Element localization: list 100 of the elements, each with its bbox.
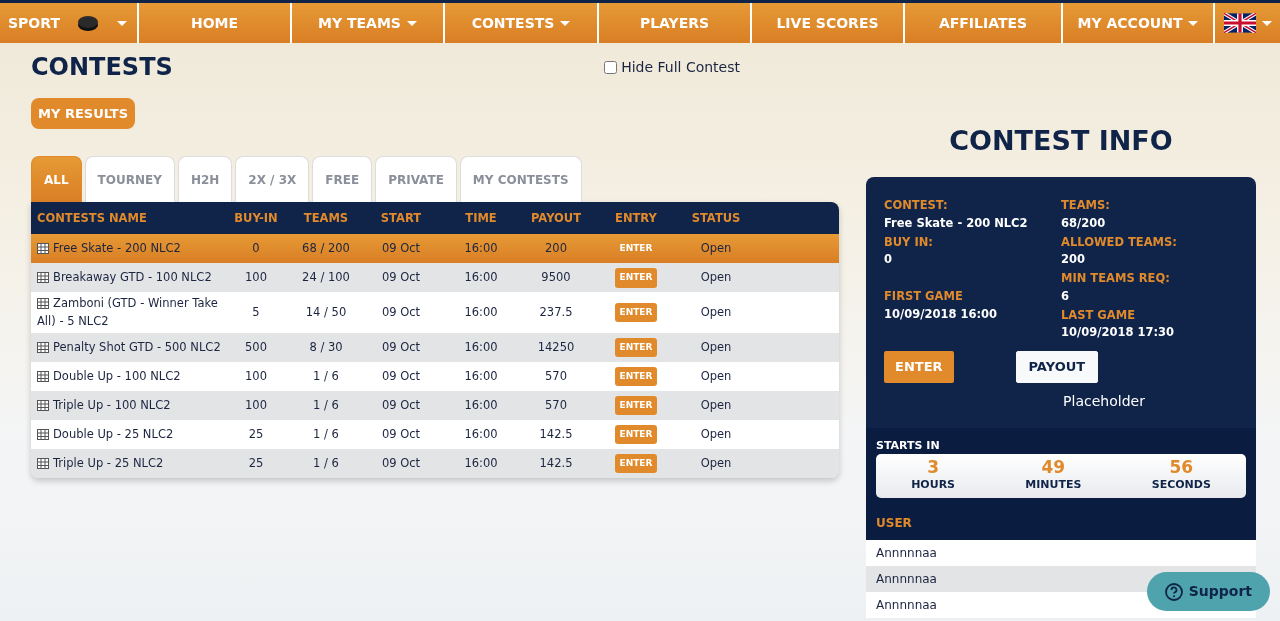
my-results-button[interactable]: MY RESULTS — [31, 97, 136, 130]
table-cell-text: 1 / 6 — [312, 454, 340, 472]
countdown-value: 3 — [926, 458, 940, 478]
table-cell-text: 1 / 6 — [312, 425, 340, 443]
nav-link[interactable]: CONTESTS — [445, 3, 597, 43]
status-cell-text: Open — [699, 454, 733, 472]
table-cell-text: 570 — [544, 396, 568, 414]
nav-link[interactable]: MY TEAMS — [292, 3, 443, 43]
field-value: 68/200 — [1061, 214, 1107, 232]
contest-tab[interactable]: MY CONTESTS — [459, 156, 582, 203]
field-label: FIRST GAME — [884, 288, 964, 306]
contest-tab[interactable]: PRIVATE — [375, 156, 457, 203]
column-header: TEAMS — [302, 209, 350, 227]
hockey-puck-icon — [77, 14, 100, 32]
enter-button[interactable]: ENTER — [614, 337, 658, 358]
contest-name: Free Skate - 200 NLC2 — [31, 240, 221, 258]
enter-button[interactable]: ENTER — [614, 453, 658, 474]
table-cell-text: 100 — [244, 396, 268, 414]
table-cell-text: 24 / 100 — [301, 269, 351, 287]
contest-tab[interactable]: FREE — [312, 156, 373, 203]
table-row[interactable]: Triple Up - 100 NLC2 100 1 / 6 09 Oct 16:00 570 ENTER Open — [31, 390, 839, 420]
contest-name: Triple Up - 25 NLC2 — [31, 454, 221, 472]
sport-menu[interactable]: SPORT — [0, 3, 137, 43]
enter-button[interactable]: ENTER — [614, 302, 658, 323]
table-cell-text: 16:00 — [463, 269, 499, 287]
grid-icon — [37, 298, 49, 310]
table-row[interactable]: Double Up - 100 NLC2 100 1 / 6 09 Oct 16:00 570 ENTER Open — [31, 361, 839, 391]
table-row[interactable]: Zamboni (GTD - Winner Take All) - 5 NLC2 5 14 / 50 09 Oct 16:00 237.5 ENTER Open — [31, 292, 839, 333]
nav-link[interactable]: MY ACCOUNT — [1063, 3, 1213, 43]
table-cell-text: 09 Oct — [380, 240, 422, 258]
status-cell-text: Open — [699, 240, 733, 258]
status-cell-text: Open — [699, 269, 733, 287]
field-value: 0 — [884, 251, 893, 269]
field-label: MIN TEAMS REQ: — [1061, 270, 1171, 288]
payout-button[interactable]: PAYOUT — [1015, 351, 1099, 383]
nav-link[interactable]: LIVE SCORES — [752, 3, 903, 43]
hide-full-label: Hide Full Contest — [621, 57, 740, 77]
status-cell-text: Open — [699, 338, 733, 356]
table-cell-text: 5 — [251, 303, 261, 321]
hide-full-checkbox[interactable] — [604, 60, 618, 74]
countdown-value: 49 — [1040, 458, 1067, 478]
table-cell-text: 14 / 50 — [304, 303, 348, 321]
status-cell-text: Open — [699, 303, 733, 321]
grid-icon — [37, 341, 49, 353]
support-button[interactable]: Support — [1146, 572, 1270, 611]
field-label: LAST GAME — [1061, 306, 1136, 324]
countdown-unit: SECONDS — [1151, 477, 1211, 494]
enter-button[interactable]: ENTER — [614, 239, 658, 259]
nav-link[interactable]: HOME — [139, 3, 290, 43]
table-cell-text: 25 — [247, 454, 265, 472]
help-icon — [1164, 582, 1183, 601]
table-cell-text: 16:00 — [463, 425, 499, 443]
enter-button[interactable]: ENTER — [884, 351, 954, 383]
table-cell-text: 09 Oct — [380, 425, 422, 443]
field-value: 6 — [1061, 287, 1070, 305]
field-label: TEAMS: — [1061, 197, 1111, 215]
panel-title: CONTEST INFO — [948, 125, 1174, 158]
column-header: TIME — [464, 209, 498, 227]
contest-tab[interactable]: ALL — [31, 156, 82, 203]
column-header: CONTESTS NAME — [36, 209, 148, 227]
user-heading: USER — [876, 514, 913, 532]
table-cell-text: 16:00 — [463, 454, 499, 472]
enter-button[interactable]: ENTER — [614, 424, 658, 445]
status-cell-text: Open — [699, 367, 733, 385]
enter-button[interactable]: ENTER — [614, 366, 658, 387]
table-cell-text: 9500 — [540, 269, 572, 287]
contest-tab[interactable]: TOURNEY — [84, 156, 175, 203]
grid-icon — [37, 272, 49, 284]
table-cell-text: 68 / 200 — [301, 240, 351, 258]
enter-button[interactable]: ENTER — [614, 395, 658, 416]
page-title: CONTESTS — [31, 53, 173, 82]
contest-name: Zamboni (GTD - Winner Take All) - 5 NLC2 — [36, 295, 219, 330]
table-row[interactable]: Free Skate - 200 NLC2 0 68 / 200 09 Oct 16:00 200 ENTER Open — [31, 234, 839, 264]
table-cell-text: 25 — [247, 425, 265, 443]
enter-button[interactable]: ENTER — [614, 268, 658, 288]
field-label: ALLOWED TEAMS: — [1061, 233, 1178, 251]
contest-tab[interactable]: H2H — [177, 156, 233, 203]
contest-name: Penalty Shot GTD - 500 NLC2 — [31, 338, 221, 356]
table-cell-text: 570 — [544, 367, 568, 385]
grid-icon — [37, 370, 49, 382]
table-cell-text: 8 / 30 — [308, 338, 344, 356]
language-menu[interactable] — [1215, 3, 1280, 43]
table-cell-text: 1 / 6 — [312, 396, 340, 414]
column-header: ENTRY — [614, 209, 658, 227]
table-row[interactable]: Triple Up - 25 NLC2 25 1 / 6 09 Oct 16:00 142.5 ENTER Open — [31, 448, 839, 478]
column-header: START — [379, 209, 423, 227]
table-cell-text: 14250 — [536, 338, 576, 356]
table-cell-text: 16:00 — [463, 240, 499, 258]
countdown-unit: HOURS — [911, 477, 956, 494]
table-cell-text: 09 Oct — [380, 454, 422, 472]
column-header: STATUS — [690, 209, 742, 227]
grid-icon — [37, 399, 49, 411]
nav-link[interactable]: PLAYERS — [599, 3, 750, 43]
table-row[interactable]: Penalty Shot GTD - 500 NLC2 500 8 / 30 09 Oct 16:00 14250 ENTER Open — [31, 332, 839, 362]
table-row[interactable]: Breakaway GTD - 100 NLC2 100 24 / 100 09 Oct 16:00 9500 ENTER Open — [31, 263, 839, 293]
table-row[interactable]: Double Up - 25 NLC2 25 1 / 6 09 Oct 16:00 142.5 ENTER Open — [31, 419, 839, 449]
contest-tab[interactable]: 2X / 3X — [235, 156, 310, 203]
field-label: CONTEST: — [884, 197, 949, 215]
field-value: Free Skate - 200 NLC2 — [884, 214, 1029, 232]
nav-link[interactable]: AFFILIATES — [905, 3, 1061, 43]
